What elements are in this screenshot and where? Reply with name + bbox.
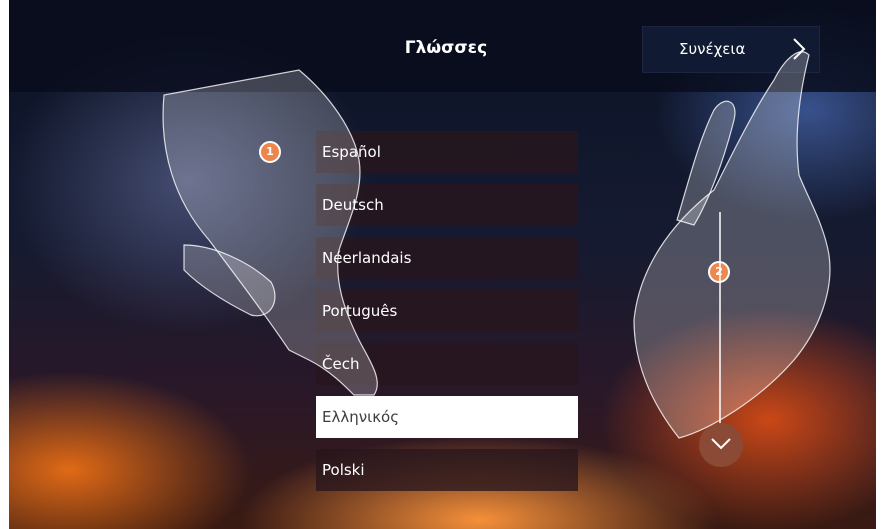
top-bar: Γλώσσες Συνέχεια	[9, 0, 876, 92]
scroll-down-button[interactable]	[699, 423, 743, 467]
continue-button[interactable]: Συνέχεια	[642, 26, 820, 73]
language-item-espanol[interactable]: Español	[316, 131, 578, 173]
chevron-right-icon	[793, 38, 806, 60]
language-item-neerlandais[interactable]: Néerlandais	[316, 237, 578, 279]
page-title: Γλώσσες	[404, 38, 488, 58]
language-item-ellinikos[interactable]: Ελληνικός	[316, 396, 578, 438]
language-item-cech[interactable]: Čech	[316, 343, 578, 385]
language-item-deutsch[interactable]: Deutsch	[316, 184, 578, 226]
language-item-polski[interactable]: Polski	[316, 449, 578, 491]
device-screen: Γλώσσες Συνέχεια Español Deutsch Néerlan…	[9, 0, 876, 529]
step-1-badge: 1	[259, 141, 281, 163]
continue-label: Συνέχεια	[679, 40, 746, 58]
scrollbar-track[interactable]	[719, 212, 721, 447]
chevron-down-icon	[711, 438, 731, 450]
language-item-portugues[interactable]: Português	[316, 290, 578, 332]
